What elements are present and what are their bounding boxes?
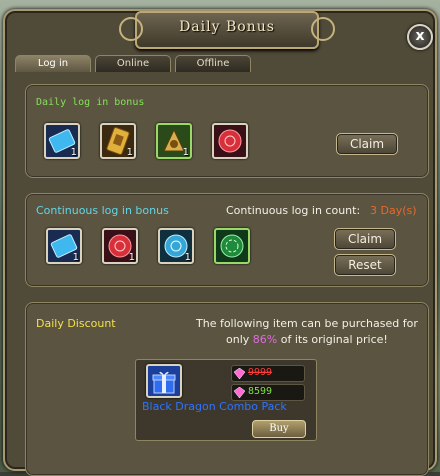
discount-description-line2: only 86% of its original price! [226, 333, 388, 346]
daily-claim-button[interactable]: Claim [336, 133, 398, 155]
continuous-reset-button[interactable]: Reset [334, 254, 396, 276]
close-button[interactable]: x [407, 24, 433, 50]
reward-slot[interactable]: 1 [44, 123, 80, 159]
daily-login-panel: Daily log in bonus 1 1 1 Claim [25, 84, 429, 178]
reward-slot[interactable]: 1 [100, 123, 136, 159]
gem-icon [234, 387, 245, 398]
item-quantity: 1 [72, 252, 79, 263]
discount-description-line1: The following item can be purchased for [196, 317, 418, 330]
continuous-count-label: Continuous log in count: [226, 204, 361, 217]
daily-discount-title: Daily Discount [36, 317, 116, 330]
discount-price-bar: 8599 [231, 384, 305, 401]
item-quantity: 1 [126, 147, 133, 158]
item-quantity: 1 [128, 252, 135, 263]
tab-offline[interactable]: Offline [175, 55, 251, 72]
window-title: Daily Bonus [179, 19, 275, 35]
reward-slot[interactable]: 1 [46, 228, 82, 264]
original-price-bar: 9999 [231, 365, 305, 382]
discount-percent: 86% [252, 333, 278, 346]
reward-slot[interactable]: 1 [158, 228, 194, 264]
reward-slot[interactable]: 1 [102, 228, 138, 264]
tab-online[interactable]: Online [95, 55, 171, 72]
buy-button[interactable]: Buy [252, 420, 306, 438]
reward-slot[interactable] [214, 228, 250, 264]
item-quantity: 1 [182, 147, 189, 158]
original-price: 9999 [248, 367, 273, 378]
daily-login-title: Daily log in bonus [36, 97, 145, 108]
discount-prefix: only [226, 333, 250, 346]
gift-box-icon [152, 371, 176, 394]
daily-bonus-window: Daily Bonus x Log in Online Offline Dail… [3, 9, 437, 476]
continuous-claim-button[interactable]: Claim [334, 228, 396, 250]
item-quantity: 1 [184, 252, 191, 263]
tab-log-in[interactable]: Log in [15, 55, 91, 72]
shop-item-box: 9999 8599 Black Dragon Combo Pack Buy [135, 359, 317, 441]
red-orb-icon [218, 129, 242, 153]
item-slot[interactable] [146, 364, 182, 398]
discount-suffix: of its original price! [280, 333, 388, 346]
continuous-login-title: Continuous log in bonus [36, 204, 169, 217]
item-name-link[interactable]: Black Dragon Combo Pack [142, 400, 287, 413]
daily-discount-panel: Daily Discount The following item can be… [25, 302, 429, 476]
reward-slot[interactable] [212, 123, 248, 159]
green-rune-icon [220, 234, 244, 258]
continuous-count-value: 3 Day(s) [370, 204, 417, 217]
item-quantity: 1 [70, 147, 77, 158]
continuous-login-panel: Continuous log in bonus Continuous log i… [25, 193, 429, 287]
gem-icon [234, 368, 245, 379]
reward-slot[interactable]: 1 [156, 123, 192, 159]
discount-price: 8599 [248, 386, 273, 397]
